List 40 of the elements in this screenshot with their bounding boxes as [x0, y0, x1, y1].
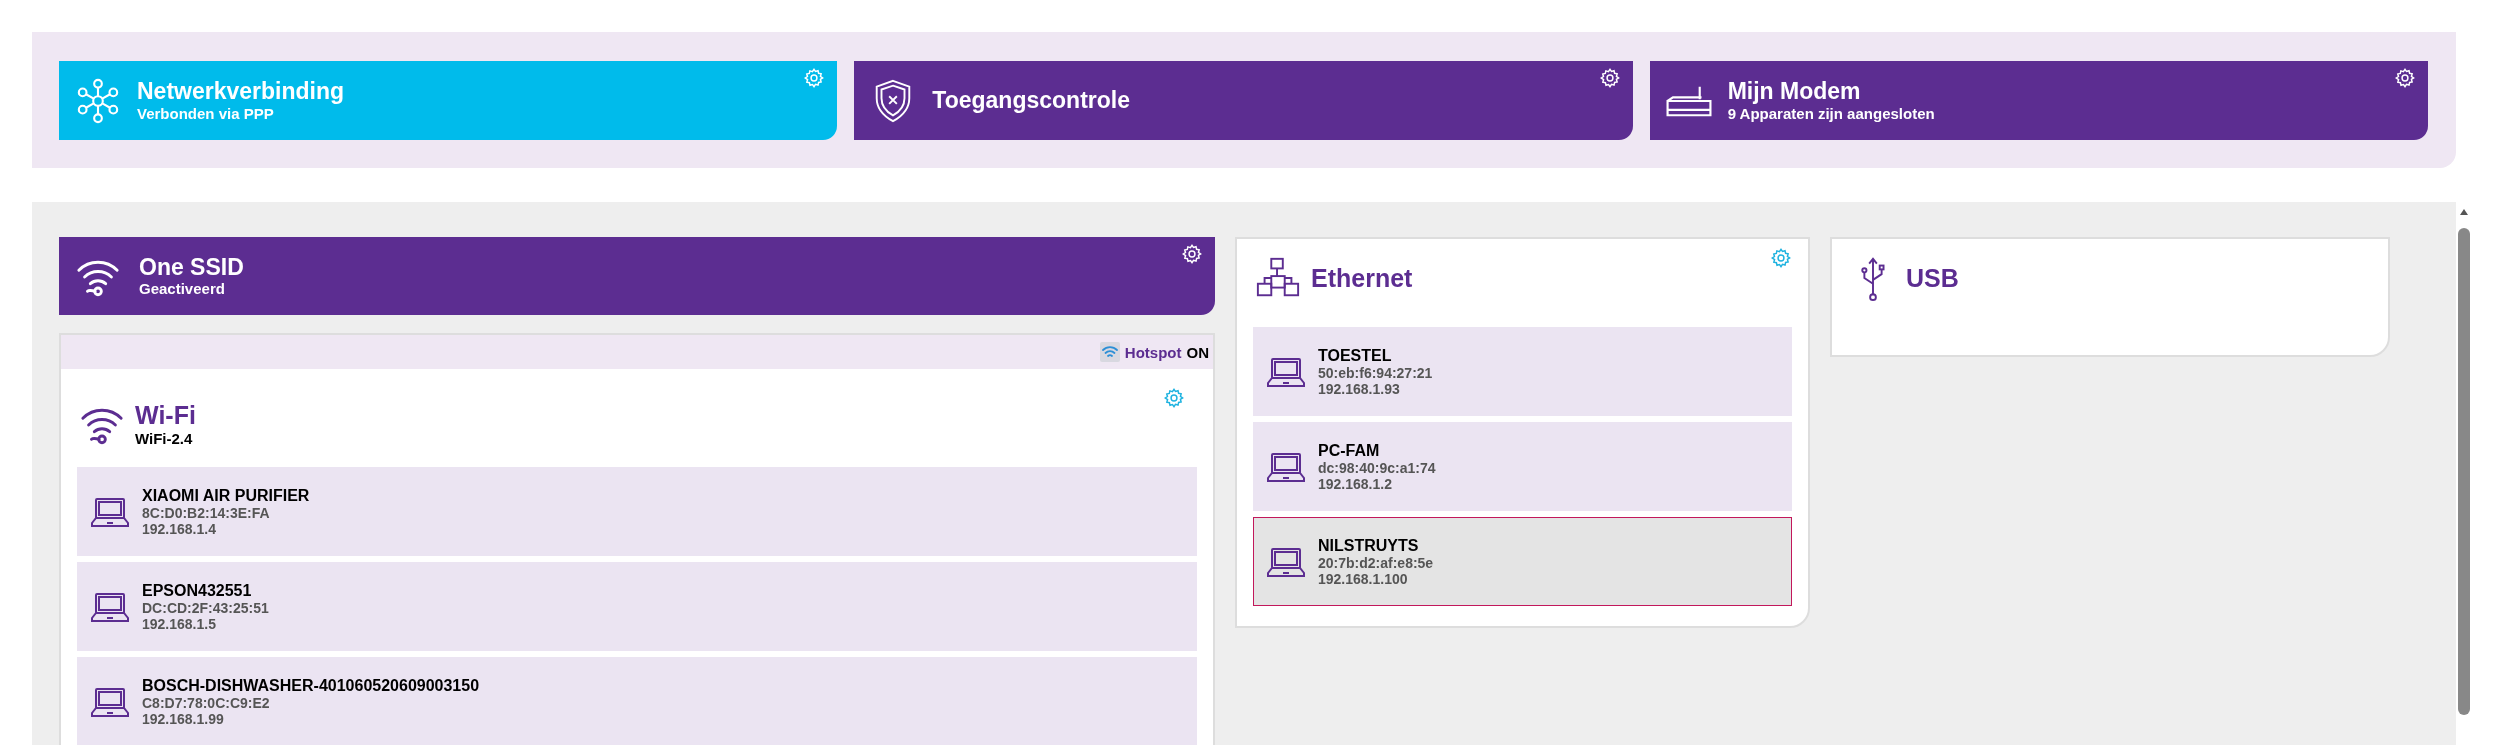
ip-address: 192.168.1.4 [142, 520, 217, 537]
hotspot-label: Hotspot [1124, 343, 1182, 361]
mac-address: C8:D7:78:0C:C9:E2 [142, 694, 271, 711]
ip-address: 192.168.1.99 [142, 710, 225, 727]
wifi-title: Wi-Fi [135, 401, 196, 430]
device-row[interactable]: PC-FAM dc:98:40:9c:a1:74 192.168.1.2 [1253, 422, 1792, 511]
mac-address: 50:eb:f6:94:27:21 [1318, 364, 1433, 381]
device-name: BOSCH-DISHWASHER-401060520609003150 [142, 676, 480, 695]
tile-subtitle: 9 Apparaten zijn aangesloten [1727, 104, 1935, 122]
device-row[interactable]: EPSON432551 DC:CD:2F:43:25:51 192.168.1.5 [77, 562, 1197, 651]
device-name: NILSTRUYTS [1318, 536, 1420, 555]
wifi-network-name: WiFi-2.4 [135, 430, 194, 447]
hotspot-state: ON [1186, 343, 1209, 361]
device-row[interactable]: XIAOMI AIR PURIFIER 8C:D0:B2:14:3E:FA 192.168.1.4 [77, 467, 1197, 556]
tile-subtitle: Verbonden via PPP [137, 104, 275, 122]
mac-address: DC:CD:2F:43:25:51 [142, 599, 269, 616]
device-row[interactable]: NILSTRUYTS 20:7b:d2:af:e8:5e 192.168.1.100 [1253, 517, 1792, 606]
summary-tile[interactable]: Mijn Modem 9 Apparaten zijn aangesloten [1649, 61, 2428, 140]
device-row[interactable]: BOSCH-DISHWASHER-401060520609003150 C8:D7:78:0C:C9:E2 192.168.1.99 [77, 657, 1197, 745]
device-row[interactable]: TOESTEL 50:eb:f6:94:27:21 192.168.1.93 [1253, 327, 1792, 416]
tile-title: Mijn Modem [1727, 79, 1862, 105]
interface-title: USB [1906, 263, 1959, 293]
mac-address: dc:98:40:9c:a1:74 [1318, 459, 1436, 476]
ip-address: 192.168.1.93 [1318, 380, 1401, 397]
ssid-status: Geactiveerd [139, 280, 226, 298]
mac-address: 8C:D0:B2:14:3E:FA [142, 504, 271, 521]
device-name: PC-FAM [1318, 441, 1381, 460]
ssid-header[interactable]: One SSID Geactiveerd [59, 237, 1215, 315]
summary-tile[interactable]: Toegangscontrole [854, 61, 1633, 140]
device-name: XIAOMI AIR PURIFIER [142, 486, 310, 505]
tile-title: Toegangscontrole [932, 87, 1130, 114]
ip-address: 192.168.1.5 [142, 615, 217, 632]
mac-address: 20:7b:d2:af:e8:5e [1318, 554, 1434, 571]
ip-address: 192.168.1.100 [1318, 570, 1409, 587]
ssid-title: One SSID [139, 254, 244, 281]
interface-title: Ethernet [1311, 263, 1413, 293]
ip-address: 192.168.1.2 [1318, 475, 1393, 492]
device-name: EPSON432551 [142, 581, 253, 600]
tile-title: Netwerkverbinding [137, 79, 345, 105]
device-name: TOESTEL [1318, 346, 1393, 365]
